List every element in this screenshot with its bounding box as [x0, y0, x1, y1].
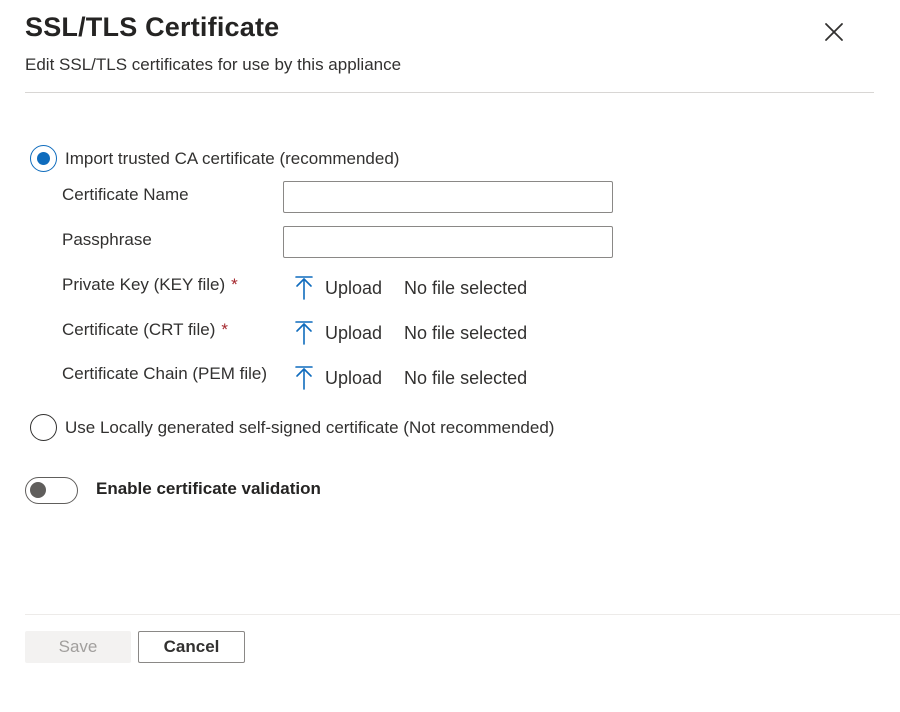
certificate-name-input[interactable]	[283, 181, 613, 213]
passphrase-input[interactable]	[283, 226, 613, 258]
self-signed-label: Use Locally generated self-signed certif…	[65, 417, 555, 437]
upload-icon	[295, 366, 313, 390]
panel-title: SSL/TLS Certificate	[25, 12, 280, 42]
certificate-chain-upload-button[interactable]: Upload	[294, 365, 382, 391]
import-ca-radio[interactable]	[30, 145, 57, 172]
upload-label: Upload	[325, 322, 383, 343]
cancel-button[interactable]: Cancel	[138, 631, 245, 663]
save-button[interactable]: Save	[25, 631, 131, 663]
certificate-chain-upload-row: Upload No file selected	[294, 365, 527, 391]
certificate-name-label: Certificate Name	[62, 185, 189, 204]
toggle-knob	[30, 482, 46, 498]
private-key-label: Private Key (KEY file) *	[62, 275, 238, 295]
certificate-validation-label: Enable certificate validation	[96, 479, 321, 498]
certificate-crt-upload-row: Upload No file selected	[294, 320, 527, 346]
upload-icon	[295, 276, 313, 300]
private-key-upload-button[interactable]: Upload	[294, 275, 382, 301]
upload-label: Upload	[325, 277, 383, 298]
private-key-file-status: No file selected	[404, 277, 528, 298]
required-asterisk: *	[221, 320, 228, 339]
certificate-crt-upload-button[interactable]: Upload	[294, 320, 382, 346]
ssl-certificate-panel: SSL/TLS Certificate Edit SSL/TLS certifi…	[0, 0, 900, 712]
certificate-crt-label: Certificate (CRT file) *	[62, 320, 228, 340]
import-ca-label: Import trusted CA certificate (recommend…	[65, 148, 400, 168]
close-button[interactable]	[820, 18, 848, 46]
footer-divider	[25, 614, 900, 615]
close-icon	[825, 23, 843, 41]
certificate-validation-toggle[interactable]	[25, 477, 78, 504]
import-ca-option[interactable]: Import trusted CA certificate (recommend…	[30, 145, 399, 172]
certificate-chain-file-status: No file selected	[404, 367, 528, 388]
header-divider	[25, 92, 874, 93]
required-asterisk: *	[231, 275, 238, 294]
certificate-crt-file-status: No file selected	[404, 322, 528, 343]
upload-label: Upload	[325, 367, 383, 388]
private-key-upload-row: Upload No file selected	[294, 275, 527, 301]
private-key-label-text: Private Key (KEY file)	[62, 275, 226, 294]
self-signed-radio[interactable]	[30, 414, 57, 441]
self-signed-option[interactable]: Use Locally generated self-signed certif…	[30, 414, 554, 441]
certificate-chain-label: Certificate Chain (PEM file)	[62, 364, 268, 383]
certificate-crt-label-text: Certificate (CRT file)	[62, 320, 216, 339]
upload-icon	[295, 321, 313, 345]
passphrase-label: Passphrase	[62, 230, 152, 249]
panel-subtitle: Edit SSL/TLS certificates for use by thi…	[25, 55, 402, 74]
